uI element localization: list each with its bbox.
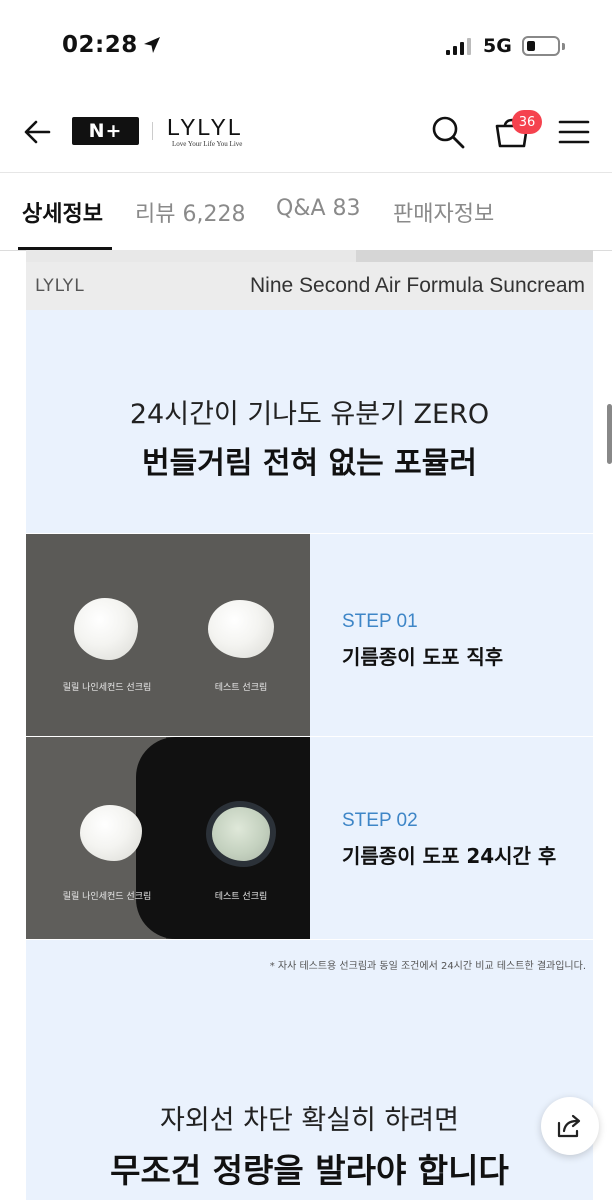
battery-icon — [522, 36, 560, 56]
sample-cream-right — [208, 600, 274, 658]
tab-qna[interactable]: Q&A 83 — [276, 196, 361, 221]
sample-cream-left — [74, 598, 138, 660]
headline-line1: 24시간이 기나도 유분기 ZERO — [129, 399, 490, 430]
step2-desc: 기름종이 도포 24시간 후 — [342, 844, 557, 868]
sample-label-left-24h: 릴릴 나인세컨드 선크림 — [62, 892, 152, 902]
brand-name[interactable]: LYLYL — [167, 114, 243, 141]
sample-cream-right-24h — [212, 807, 270, 861]
step1-photo: 릴릴 나인세컨드 선크림 테스트 선크림 — [26, 534, 310, 736]
status-time: 02:28 — [62, 32, 138, 58]
cart-count-badge: 36 — [512, 110, 542, 134]
step2-text: STEP 02 기름종이 도포 24시간 후 — [342, 810, 556, 869]
footnote: * 자사 테스트용 선크림과 동일 조건에서 24시간 비교 테스트한 결과입니… — [269, 961, 586, 972]
step1-desc: 기름종이 도포 직후 — [342, 645, 504, 669]
step2-photo: 릴릴 나인세컨드 선크림 테스트 선크림 — [26, 737, 310, 939]
previous-section-edge — [26, 250, 593, 262]
subheadline-line1: 자외선 차단 확실히 하려면 — [160, 1105, 459, 1136]
scrollbar-thumb[interactable] — [607, 404, 612, 464]
product-banner: LYLYL Nine Second Air Formula Suncream — [26, 262, 593, 310]
sample-label-right: 테스트 선크림 — [214, 683, 268, 693]
tab-seller-info[interactable]: 판매자정보 — [393, 196, 494, 228]
brand-tagline: Love Your Life You Live — [172, 140, 243, 148]
share-button[interactable] — [541, 1097, 599, 1155]
menu-icon[interactable] — [558, 118, 590, 146]
headline-line2: 번들거림 전혀 없는 포뮬러 — [142, 446, 477, 481]
step1-label: STEP 01 — [342, 611, 418, 632]
network-type: 5G — [483, 35, 512, 57]
product-detail-image: LYLYL Nine Second Air Formula Suncream 2… — [26, 250, 593, 1200]
subheadline-line2: 무조건 정량을 발라야 합니다 — [110, 1151, 509, 1190]
tab-reviews[interactable]: 리뷰 6,228 — [135, 196, 245, 228]
sample-label-left: 릴릴 나인세컨드 선크림 — [62, 683, 152, 693]
step1-text: STEP 01 기름종이 도포 직후 — [342, 611, 503, 670]
banner-brand: LYLYL — [35, 276, 85, 296]
tab-detail-info[interactable]: 상세정보 — [22, 196, 103, 228]
status-bar: 02:28 5G — [0, 0, 612, 92]
sample-cream-left-24h — [80, 805, 142, 861]
product-tabs: 상세정보 리뷰 6,228 Q&A 83 판매자정보 — [0, 172, 612, 251]
share-icon — [557, 1114, 581, 1138]
signal-icon — [446, 37, 472, 55]
back-arrow-icon[interactable] — [22, 116, 54, 148]
sample-label-right-24h: 테스트 선크림 — [214, 892, 268, 902]
search-icon[interactable] — [430, 114, 466, 150]
logo-divider — [152, 122, 153, 140]
step2-label: STEP 02 — [342, 810, 418, 831]
divider — [26, 939, 593, 940]
location-arrow-icon — [144, 37, 160, 53]
battery-cap — [562, 43, 565, 50]
banner-product-title: Nine Second Air Formula Suncream — [250, 274, 585, 297]
naver-plus-logo[interactable]: N+ — [72, 117, 139, 145]
app-header: N+ LYLYL Love Your Life You Live 36 — [0, 92, 612, 173]
